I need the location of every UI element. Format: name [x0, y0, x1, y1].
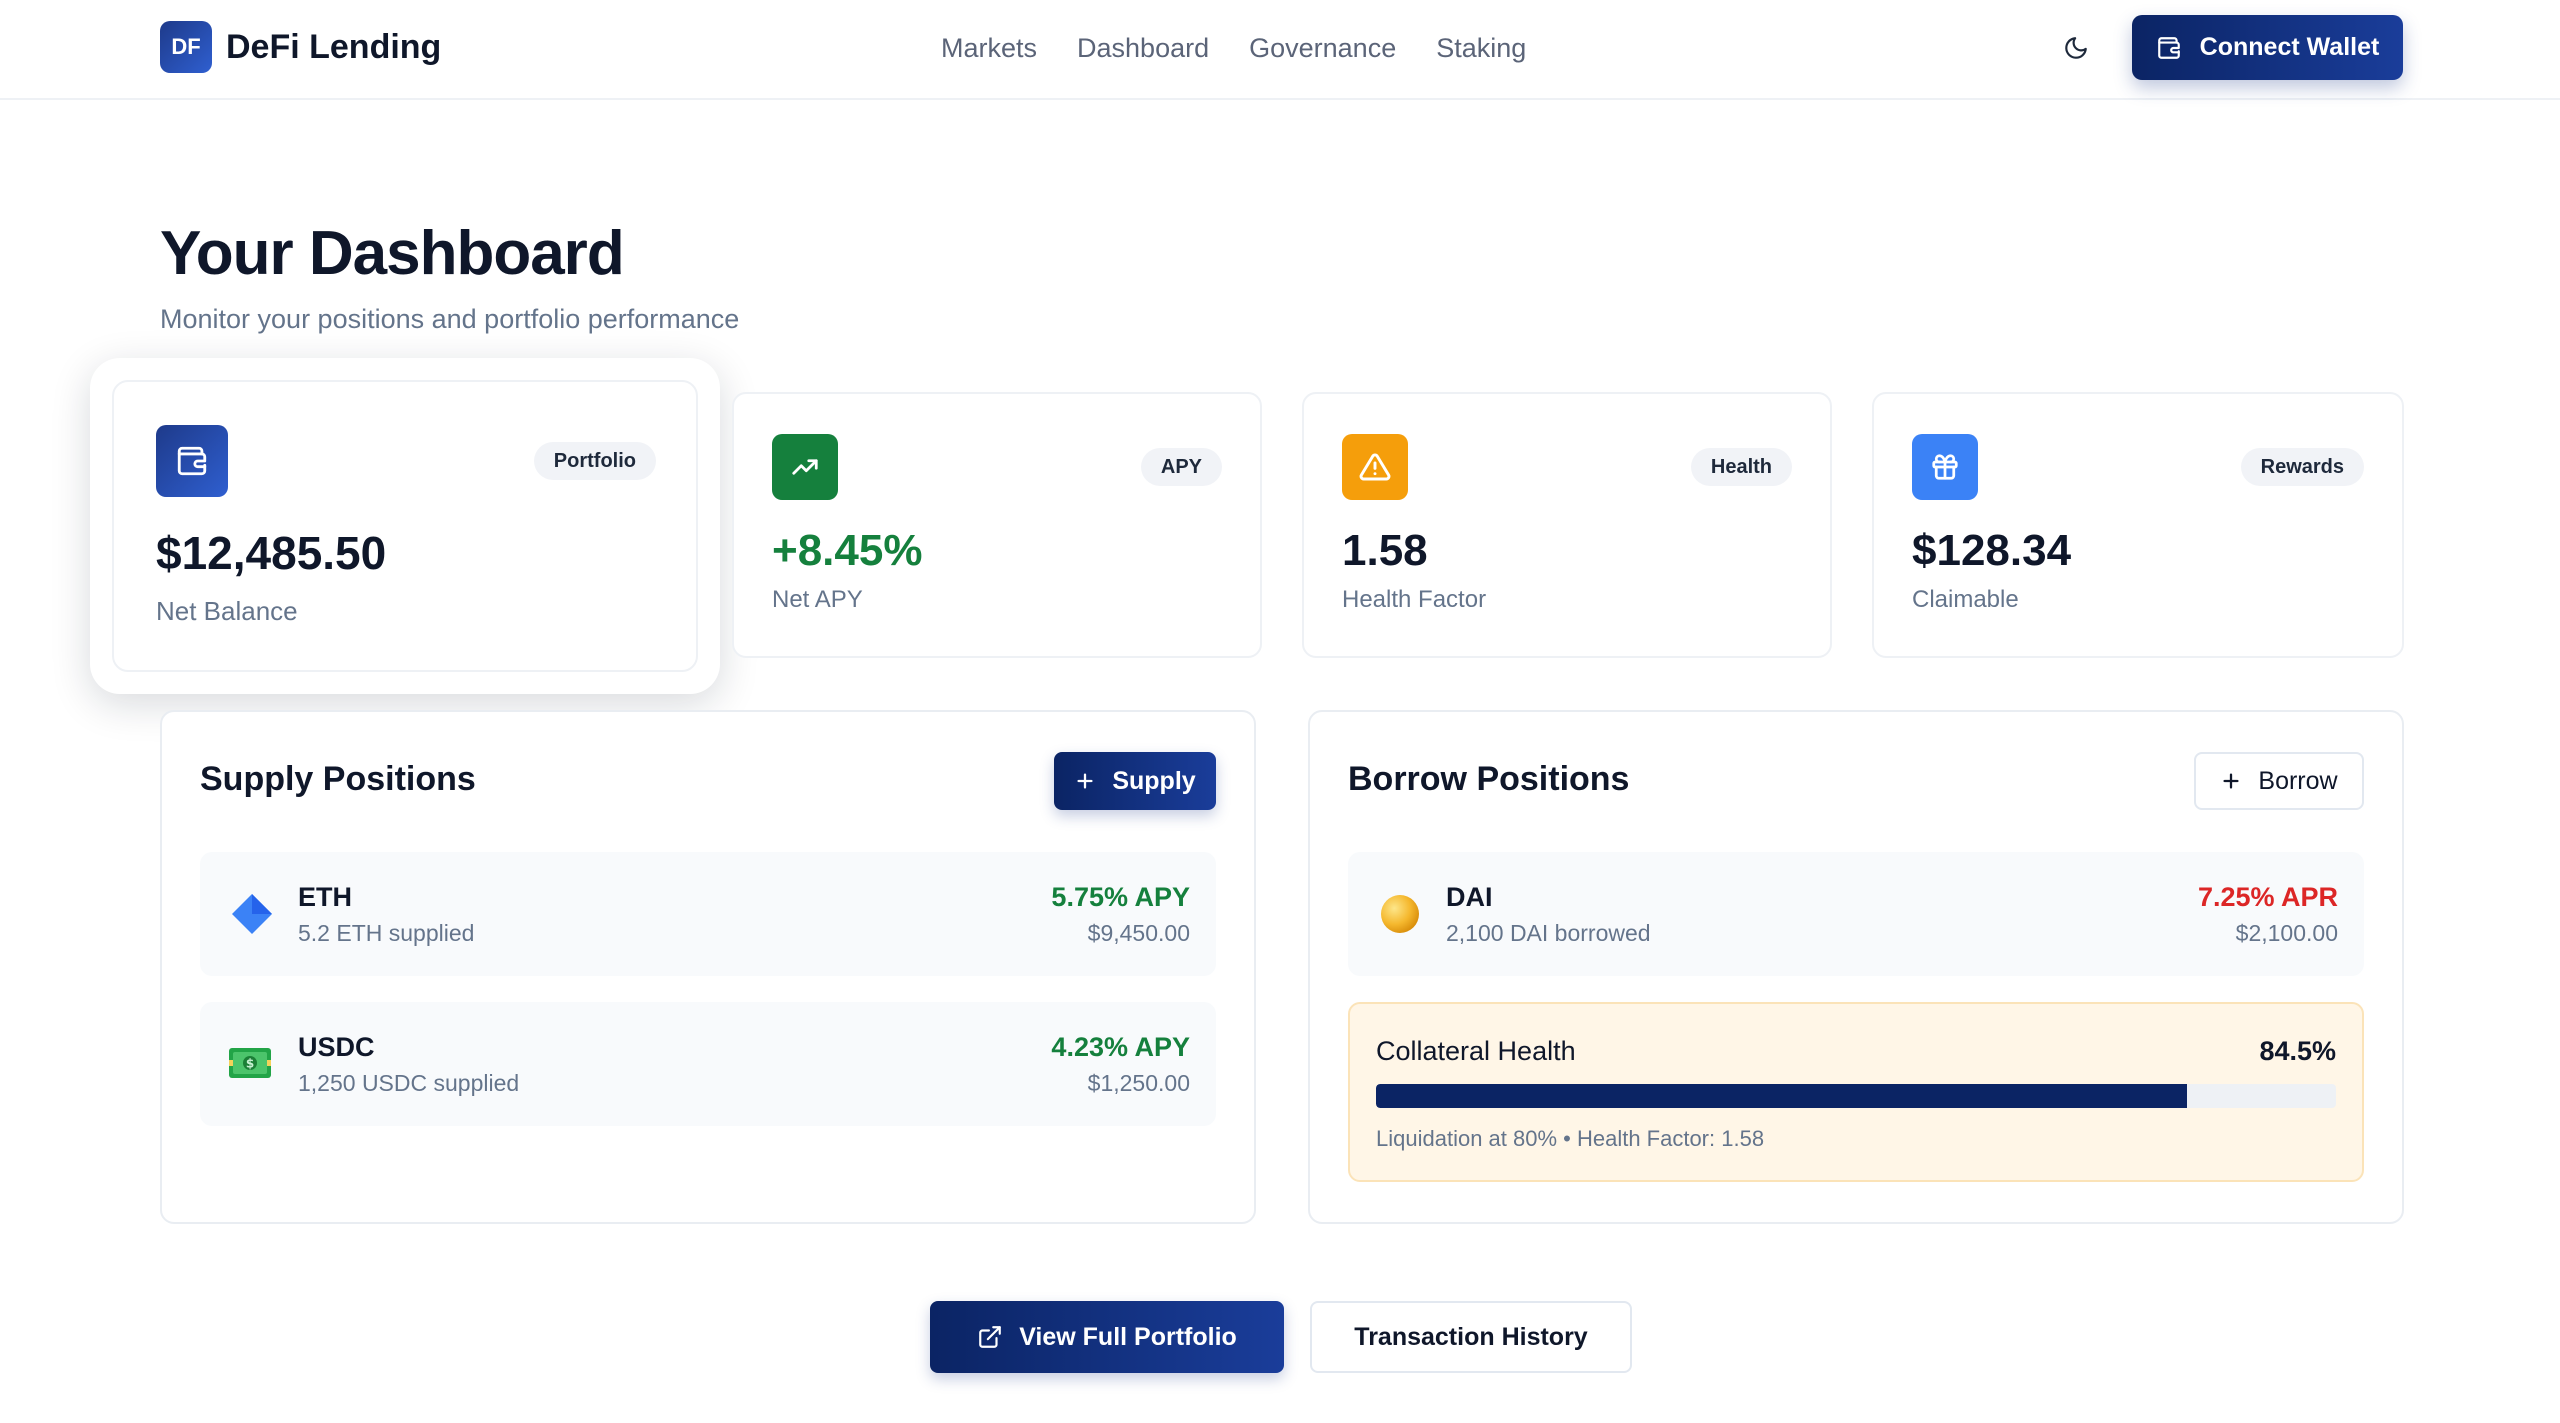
svg-text:$: $ [246, 1057, 254, 1071]
gift-icon [1912, 434, 1978, 500]
wallet-icon [156, 425, 228, 497]
moon-icon [2065, 37, 2087, 59]
position-amount: $9,450.00 [1087, 920, 1190, 946]
stat-label-health-factor: Health Factor [1342, 586, 1487, 613]
nav-markets[interactable]: Markets [941, 30, 1037, 66]
stat-label-claimable: Claimable [1912, 586, 2019, 613]
collateral-progress-fill [1376, 1084, 2188, 1108]
nav-governance[interactable]: Governance [1249, 30, 1396, 66]
stat-label-net-apy: Net APY [772, 586, 863, 613]
borrow-panel-title: Borrow Positions [1348, 760, 1630, 798]
position-symbol: USDC [298, 1032, 375, 1062]
position-detail: 5.2 ETH supplied [298, 920, 475, 946]
borrow-button[interactable]: Borrow [2194, 752, 2364, 810]
brand-logo[interactable]: DF DeFi Lending [160, 21, 441, 73]
page-title: Your Dashboard [160, 219, 625, 288]
coin-icon [1381, 895, 1419, 933]
trending-up-icon [772, 434, 838, 500]
borrow-positions-panel: Borrow Positions Borrow DAI 2,100 DAI bo… [1308, 710, 2404, 1224]
stat-card-apy[interactable]: APY +8.45% Net APY [732, 392, 1262, 658]
stat-value-net-apy: +8.45% [772, 526, 923, 575]
main-nav: Markets Dashboard Governance Staking [941, 30, 1566, 66]
external-link-icon [979, 1326, 1002, 1348]
collateral-progress-bar [1376, 1084, 2336, 1108]
plus-icon [1077, 773, 1093, 789]
supply-button-label: Supply [1112, 766, 1196, 795]
top-navbar: DF DeFi Lending Markets Dashboard Govern… [0, 0, 2560, 100]
supply-panel-title: Supply Positions [200, 760, 476, 798]
stat-label-net-balance: Net Balance [156, 596, 298, 626]
collateral-health-box: Collateral Health 84.5% Liquidation at 8… [1348, 1002, 2364, 1182]
nav-staking[interactable]: Staking [1436, 30, 1526, 66]
stat-card-rewards[interactable]: Rewards $128.34 Claimable [1872, 392, 2404, 658]
supply-button[interactable]: Supply [1054, 752, 1216, 810]
supply-positions-panel: Supply Positions Supply ETH 5.2 ETH supp… [160, 710, 1256, 1224]
stat-card-portfolio[interactable]: Portfolio $12,485.50 Net Balance [90, 358, 720, 694]
position-detail: 1,250 USDC supplied [298, 1070, 520, 1096]
wallet-icon [2157, 36, 2180, 59]
position-rate: 4.23% APY [1051, 1032, 1190, 1062]
position-amount: $1,250.00 [1087, 1070, 1190, 1096]
brand-name: DeFi Lending [226, 27, 442, 66]
stat-badge-health: Health [1690, 448, 1792, 486]
warning-icon [1342, 434, 1408, 500]
view-full-portfolio-button[interactable]: View Full Portfolio [930, 1301, 1284, 1373]
borrow-button-label: Borrow [2258, 766, 2338, 795]
position-rate: 5.75% APY [1051, 882, 1190, 912]
theme-toggle-button[interactable] [2056, 28, 2096, 68]
transaction-history-button[interactable]: Transaction History [1310, 1301, 1632, 1373]
collateral-health-title: Collateral Health [1376, 1036, 1576, 1066]
position-amount: $2,100.00 [2235, 920, 2338, 946]
stat-value-claimable: $128.34 [1912, 526, 2072, 575]
stat-badge-apy: APY [1140, 448, 1222, 486]
transaction-history-label: Transaction History [1354, 1322, 1588, 1351]
stat-value-health-factor: 1.58 [1342, 526, 1428, 575]
connect-wallet-label: Connect Wallet [2199, 33, 2380, 61]
stat-badge-rewards: Rewards [2240, 448, 2364, 486]
position-symbol: ETH [298, 882, 352, 912]
stat-value-net-balance: $12,485.50 [156, 527, 387, 579]
collateral-health-value: 84.5% [2259, 1036, 2336, 1066]
logo-badge: DF [160, 21, 212, 73]
stat-badge-portfolio: Portfolio [533, 442, 656, 480]
stat-card-health[interactable]: Health 1.58 Health Factor [1302, 392, 1832, 658]
diamond-icon [232, 894, 272, 934]
position-detail: 2,100 DAI borrowed [1446, 920, 1651, 946]
position-rate: 7.25% APR [2197, 882, 2338, 912]
page-subtitle: Monitor your positions and portfolio per… [160, 304, 740, 334]
borrow-position-dai[interactable]: DAI 2,100 DAI borrowed 7.25% APR $2,100.… [1348, 852, 2364, 976]
nav-dashboard[interactable]: Dashboard [1077, 30, 1209, 66]
supply-position-eth[interactable]: ETH 5.2 ETH supplied 5.75% APY $9,450.00 [200, 852, 1216, 976]
view-full-portfolio-label: View Full Portfolio [1019, 1322, 1237, 1351]
collateral-health-note: Liquidation at 80% • Health Factor: 1.58 [1376, 1126, 1765, 1151]
banknote-icon: $ [229, 1048, 271, 1078]
supply-position-usdc[interactable]: $ USDC 1,250 USDC supplied 4.23% APY $1,… [200, 1002, 1216, 1126]
position-symbol: DAI [1446, 882, 1493, 912]
plus-icon [2223, 773, 2239, 789]
connect-wallet-button[interactable]: Connect Wallet [2132, 15, 2403, 80]
